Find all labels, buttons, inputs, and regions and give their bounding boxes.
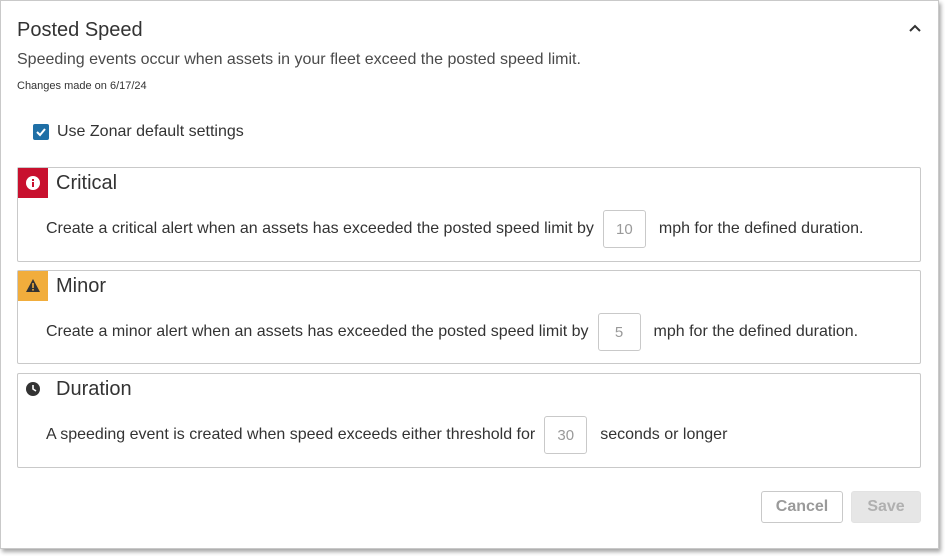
critical-text-before: Create a critical alert when an assets h… bbox=[46, 220, 594, 237]
duration-section: Duration A speeding event is created whe… bbox=[17, 373, 921, 468]
minor-section: Minor Create a minor alert when an asset… bbox=[17, 270, 921, 364]
duration-text-before: A speeding event is created when speed e… bbox=[46, 426, 536, 443]
critical-icon-box bbox=[18, 168, 48, 198]
critical-section: Critical Create a critical alert when an… bbox=[17, 167, 921, 262]
minor-text-after: mph for the defined duration. bbox=[653, 323, 859, 340]
duration-title: Duration bbox=[56, 378, 132, 400]
duration-row: A speeding event is created when speed e… bbox=[46, 416, 727, 454]
minor-title: Minor bbox=[56, 275, 107, 297]
save-button[interactable]: Save bbox=[851, 491, 921, 523]
minor-text-before: Create a minor alert when an assets has … bbox=[46, 323, 589, 340]
info-icon bbox=[26, 176, 40, 190]
duration-seconds-input[interactable] bbox=[544, 416, 588, 454]
default-settings-checkbox[interactable] bbox=[33, 124, 49, 140]
critical-text-after: mph for the defined duration. bbox=[658, 220, 864, 237]
duration-icon-box bbox=[18, 374, 48, 404]
check-icon bbox=[36, 128, 46, 137]
chevron-up-icon[interactable] bbox=[908, 21, 922, 35]
default-settings-row: Use Zonar default settings bbox=[33, 123, 244, 141]
warning-icon bbox=[26, 279, 40, 292]
critical-threshold-input[interactable] bbox=[602, 210, 646, 248]
panel-description: Speeding events occur when assets in you… bbox=[17, 51, 581, 68]
default-settings-label[interactable]: Use Zonar default settings bbox=[57, 123, 244, 141]
panel-title: Posted Speed bbox=[17, 19, 143, 41]
minor-icon-box bbox=[18, 271, 48, 301]
critical-row: Create a critical alert when an assets h… bbox=[46, 210, 863, 248]
minor-row: Create a minor alert when an assets has … bbox=[46, 313, 858, 351]
changes-timestamp: Changes made on 6/17/24 bbox=[17, 80, 147, 92]
posted-speed-panel: Posted Speed Speeding events occur when … bbox=[0, 0, 939, 549]
duration-text-after: seconds or longer bbox=[600, 426, 728, 443]
cancel-button[interactable]: Cancel bbox=[761, 491, 843, 523]
critical-title: Critical bbox=[56, 172, 118, 194]
clock-icon bbox=[26, 382, 40, 396]
minor-threshold-input[interactable] bbox=[597, 313, 641, 351]
